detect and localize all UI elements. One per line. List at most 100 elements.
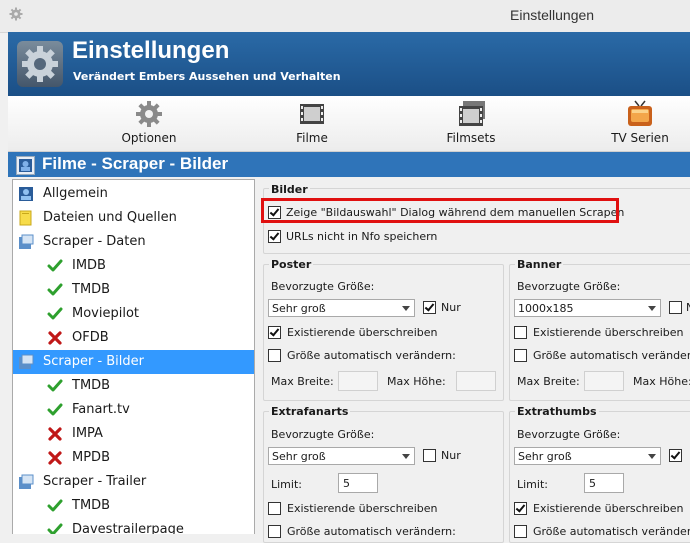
extrafanarts-overwrite-label: Existierende überschreiben bbox=[287, 502, 438, 515]
banner-resize-label: Größe automatisch verändern: bbox=[533, 349, 690, 362]
tree-item[interactable]: TMDB bbox=[13, 278, 254, 302]
tree-item-label: TMDB bbox=[72, 498, 111, 513]
tree-item[interactable]: Fanart.tv bbox=[13, 398, 254, 422]
extrathumbs-only-checkbox[interactable] bbox=[669, 449, 682, 462]
check-icon bbox=[47, 282, 63, 298]
tree-item[interactable]: IMPA bbox=[13, 422, 254, 446]
extrathumbs-resize-checkbox[interactable] bbox=[514, 525, 527, 538]
tree-item-label: IMDB bbox=[72, 258, 106, 273]
extrafanarts-resize-checkbox[interactable] bbox=[268, 525, 281, 538]
extrafanarts-pref-size-select[interactable]: Sehr groß bbox=[268, 447, 415, 465]
scraper-icon bbox=[18, 234, 34, 250]
urls-not-in-nfo-label: URLs nicht in Nfo speichern bbox=[286, 230, 438, 243]
poster-only-label: Nur bbox=[441, 301, 461, 314]
annotation-highlight-box bbox=[261, 198, 619, 223]
check-icon bbox=[47, 378, 63, 394]
poster-max-height-input[interactable] bbox=[456, 371, 496, 391]
toolbar-optionen-button[interactable]: Optionen bbox=[94, 96, 204, 151]
tree-item[interactable]: TMDB bbox=[13, 494, 254, 518]
extrafanarts-pref-size-label: Bevorzugte Größe: bbox=[271, 428, 375, 441]
tree-item-label: Scraper - Daten bbox=[43, 234, 146, 249]
film-icon bbox=[300, 104, 324, 124]
section-title-bar: Filme - Scraper - Bilder bbox=[8, 152, 690, 177]
check-icon bbox=[47, 258, 63, 274]
tree-item-label: OFDB bbox=[72, 330, 109, 345]
extrathumbs-resize-label: Größe automatisch verändern: bbox=[533, 525, 690, 538]
tree-item-label: Scraper - Bilder bbox=[43, 354, 144, 369]
poster-pref-size-select[interactable]: Sehr groß bbox=[268, 299, 415, 317]
poster-only-checkbox[interactable] bbox=[423, 301, 436, 314]
poster-pref-size-label: Bevorzugte Größe: bbox=[271, 280, 375, 293]
settings-tree[interactable]: Allgemein Dateien und Quellen Scraper - Da… bbox=[12, 179, 255, 534]
banner-only-label: N bbox=[686, 301, 690, 314]
window-titlebar: Einstellungen bbox=[0, 0, 690, 33]
toolbar-filmsets-button[interactable]: Filmsets bbox=[416, 96, 526, 151]
cross-icon bbox=[47, 450, 63, 466]
tree-item[interactable]: Davestrailerpage bbox=[13, 518, 254, 534]
poster-overwrite-label: Existierende überschreiben bbox=[287, 326, 438, 339]
poster-group-title: Poster bbox=[269, 258, 314, 271]
app-gear-icon bbox=[9, 7, 23, 21]
settings-header: Einstellungen Verändert Embers Aussehen … bbox=[8, 32, 690, 96]
banner-overwrite-label: Existierende überschreiben bbox=[533, 326, 684, 339]
tree-item[interactable]: Scraper - Daten bbox=[13, 230, 254, 254]
banner-pref-size-label: Bevorzugte Größe: bbox=[517, 280, 621, 293]
extrathumbs-pref-size-select[interactable]: Sehr groß bbox=[514, 447, 661, 465]
extrafanarts-overwrite-checkbox[interactable] bbox=[268, 502, 281, 515]
filmset-icon bbox=[459, 101, 485, 126]
chevron-down-icon bbox=[648, 454, 656, 459]
extrafanarts-resize-label: Größe automatisch verändern: bbox=[287, 525, 456, 538]
section-title: Filme - Scraper - Bilder bbox=[42, 154, 229, 173]
poster-resize-checkbox[interactable] bbox=[268, 349, 281, 362]
toolbar-filme-button[interactable]: Filme bbox=[257, 96, 367, 151]
banner-max-width-input[interactable] bbox=[584, 371, 624, 391]
extrathumbs-limit-label: Limit: bbox=[517, 478, 548, 491]
check-icon bbox=[47, 498, 63, 514]
poster-max-width-input[interactable] bbox=[338, 371, 378, 391]
toolbar-optionen-label: Optionen bbox=[121, 131, 177, 145]
tree-item[interactable]: Moviepilot bbox=[13, 302, 254, 326]
tv-icon bbox=[628, 100, 652, 126]
settings-toolbar: Optionen Filme Filmsets TV Serien bbox=[8, 96, 690, 152]
extrafanarts-limit-input[interactable]: 5 bbox=[338, 473, 378, 493]
banner-max-width-label: Max Breite: bbox=[517, 375, 580, 388]
banner-max-height-label: Max Höhe: bbox=[633, 375, 690, 388]
bilder-group-title: Bilder bbox=[269, 183, 310, 196]
tree-item[interactable]: Scraper - Bilder bbox=[13, 350, 254, 374]
extrathumbs-limit-input[interactable]: 5 bbox=[584, 473, 624, 493]
tree-item[interactable]: MPDB bbox=[13, 446, 254, 470]
toolbar-tv-serien-button[interactable]: TV Serien bbox=[585, 96, 690, 151]
poster-max-width-label: Max Breite: bbox=[271, 375, 334, 388]
tree-item-label: Davestrailerpage bbox=[72, 522, 184, 534]
check-icon bbox=[47, 522, 63, 534]
header-subtitle: Verändert Embers Aussehen und Verhalten bbox=[73, 70, 341, 83]
tree-item[interactable]: Scraper - Trailer bbox=[13, 470, 254, 494]
tree-item[interactable]: Dateien und Quellen bbox=[13, 206, 254, 230]
extrafanarts-only-checkbox[interactable] bbox=[423, 449, 436, 462]
settings-gear-icon bbox=[17, 41, 63, 87]
tree-item-label: Dateien und Quellen bbox=[43, 210, 177, 225]
banner-pref-size-select[interactable]: 1000x185 bbox=[514, 299, 661, 317]
banner-resize-checkbox[interactable] bbox=[514, 349, 527, 362]
tree-item-label: Scraper - Trailer bbox=[43, 474, 147, 489]
banner-only-checkbox[interactable] bbox=[669, 301, 682, 314]
tree-item[interactable]: OFDB bbox=[13, 326, 254, 350]
urls-not-in-nfo-checkbox[interactable] bbox=[268, 230, 281, 243]
cross-icon bbox=[47, 330, 63, 346]
extrathumbs-overwrite-checkbox[interactable] bbox=[514, 502, 527, 515]
gear-icon bbox=[136, 101, 162, 127]
tree-item[interactable]: Allgemein bbox=[13, 182, 254, 206]
header-title: Einstellungen bbox=[72, 37, 230, 64]
poster-resize-label: Größe automatisch verändern: bbox=[287, 349, 456, 362]
tree-item[interactable]: TMDB bbox=[13, 374, 254, 398]
tree-item-label: IMPA bbox=[72, 426, 103, 441]
check-icon bbox=[47, 402, 63, 418]
tree-item-label: Allgemein bbox=[43, 186, 108, 201]
toolbar-filme-label: Filme bbox=[296, 131, 328, 145]
tree-item-label: TMDB bbox=[72, 378, 111, 393]
banner-overwrite-checkbox[interactable] bbox=[514, 326, 527, 339]
extrathumbs-pref-size-label: Bevorzugte Größe: bbox=[517, 428, 621, 441]
tree-item[interactable]: IMDB bbox=[13, 254, 254, 278]
chevron-down-icon bbox=[402, 306, 410, 311]
poster-overwrite-checkbox[interactable] bbox=[268, 326, 281, 339]
